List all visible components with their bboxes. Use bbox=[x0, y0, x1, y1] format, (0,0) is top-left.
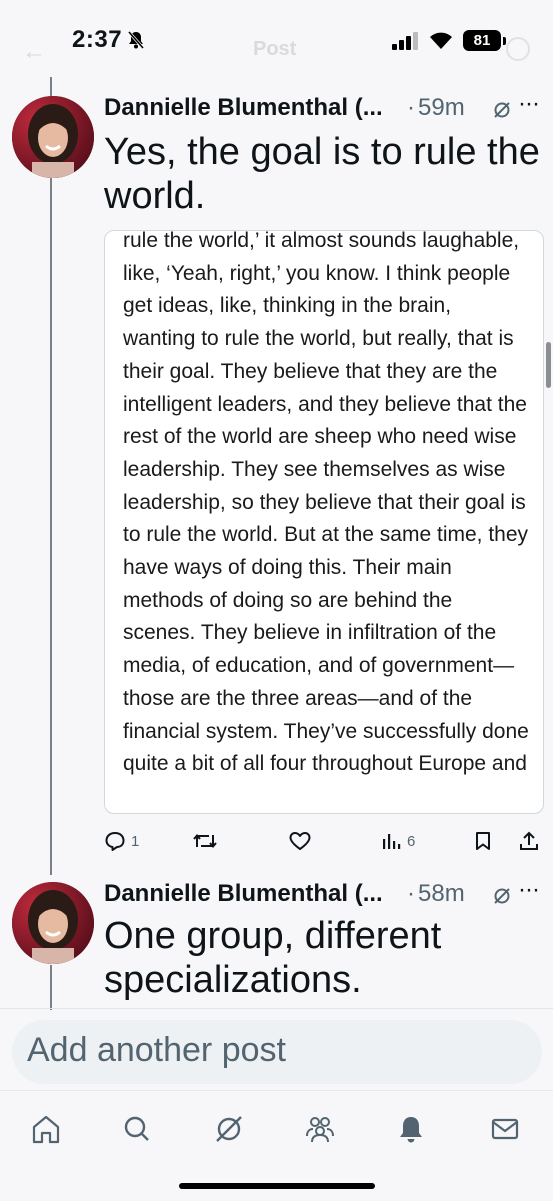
avatar[interactable] bbox=[12, 882, 94, 964]
heart-icon bbox=[289, 832, 311, 850]
divider bbox=[0, 1008, 553, 1009]
messages-icon[interactable] bbox=[485, 1109, 525, 1149]
reply-button[interactable]: 1 bbox=[104, 826, 139, 856]
post-age: 58m bbox=[418, 880, 465, 907]
views-icon bbox=[383, 834, 401, 849]
embedded-text: rule the world,’ it almost sounds laugha… bbox=[123, 230, 529, 776]
more-options-icon[interactable]: ··· bbox=[518, 876, 540, 904]
back-arrow-icon[interactable]: ← bbox=[22, 38, 46, 66]
share-icon bbox=[520, 831, 538, 850]
author-name[interactable]: Dannielle Blumenthal (... bbox=[104, 880, 383, 908]
more-circle-icon[interactable] bbox=[505, 36, 531, 62]
more-options-icon[interactable]: ··· bbox=[518, 90, 540, 118]
separator-dot: · bbox=[407, 94, 415, 121]
thread-line bbox=[50, 965, 52, 1010]
post-age: 59m bbox=[418, 94, 465, 121]
repost-button[interactable] bbox=[192, 826, 218, 856]
post-actions: 1 6 bbox=[104, 826, 544, 856]
bookmark-icon bbox=[476, 832, 490, 850]
signal-icon bbox=[392, 32, 418, 50]
post-header: Dannielle Blumenthal (... · 59m ··· bbox=[104, 90, 544, 124]
status-bar: 2:37 ← Post 81 bbox=[0, 0, 553, 86]
post-header: Dannielle Blumenthal (... · 58m ··· bbox=[104, 876, 544, 910]
like-button[interactable] bbox=[288, 826, 312, 856]
home-indicator bbox=[179, 1183, 375, 1189]
search-icon[interactable] bbox=[117, 1109, 157, 1149]
grok-icon[interactable] bbox=[492, 100, 512, 120]
thread-line bbox=[50, 77, 52, 875]
battery-tip bbox=[503, 37, 506, 45]
separator-dot: · bbox=[407, 880, 415, 907]
post-text: One group, different specializations. bbox=[104, 915, 442, 1001]
repost-icon bbox=[193, 833, 217, 849]
reply-count: 1 bbox=[131, 832, 140, 850]
bell-off-icon bbox=[127, 31, 145, 49]
share-button[interactable] bbox=[518, 826, 540, 856]
notifications-icon[interactable] bbox=[391, 1109, 431, 1149]
communities-icon[interactable] bbox=[300, 1109, 340, 1149]
post-text: Yes, the goal is to rule the world. bbox=[104, 131, 540, 217]
battery-indicator: 81 bbox=[463, 30, 501, 51]
avatar[interactable] bbox=[12, 96, 94, 178]
page-title: Post bbox=[253, 38, 297, 60]
add-post-input[interactable]: Add another post bbox=[12, 1020, 542, 1084]
status-time: 2:37 bbox=[72, 26, 123, 53]
views-count: 6 bbox=[407, 832, 416, 850]
grok-icon[interactable] bbox=[209, 1109, 249, 1149]
views-button[interactable]: 6 bbox=[380, 826, 415, 856]
reply-icon bbox=[105, 832, 125, 851]
home-icon[interactable] bbox=[26, 1109, 66, 1149]
bookmark-button[interactable] bbox=[473, 826, 493, 856]
scrollbar[interactable] bbox=[546, 342, 551, 388]
embedded-text-image[interactable]: rule the world,’ it almost sounds laugha… bbox=[104, 230, 544, 814]
wifi-icon bbox=[430, 32, 452, 49]
author-name[interactable]: Dannielle Blumenthal (... bbox=[104, 94, 383, 122]
compose-placeholder: Add another post bbox=[27, 1031, 286, 1069]
grok-icon[interactable] bbox=[492, 886, 512, 906]
